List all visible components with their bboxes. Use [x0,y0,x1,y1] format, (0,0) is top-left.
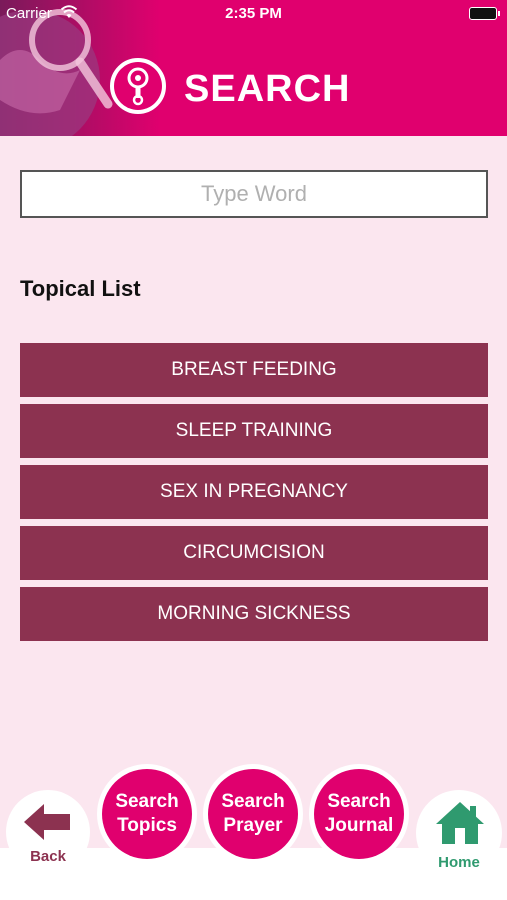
back-arrow-icon [24,804,70,840]
search-topics-button[interactable]: Search Topics [97,764,197,864]
header: Carrier 2:35 PM SEARCH [0,0,507,136]
topic-button-sex-in-pregnancy[interactable]: SEX IN PREGNANCY [20,465,488,519]
back-button[interactable]: Back [6,790,90,874]
status-bar: Carrier 2:35 PM [0,0,507,28]
rattle-icon [110,58,166,114]
search-journal-button[interactable]: Search Journal [309,764,409,864]
search-prayer-button[interactable]: Search Prayer [203,764,303,864]
search-input[interactable] [20,170,488,218]
topic-button-sleep-training[interactable]: SLEEP TRAINING [20,404,488,458]
status-time: 2:35 PM [225,5,282,22]
topic-list: BREAST FEEDING SLEEP TRAINING SEX IN PRE… [20,343,488,648]
topic-button-circumcision[interactable]: CIRCUMCISION [20,526,488,580]
topic-button-morning-sickness[interactable]: MORNING SICKNESS [20,587,488,641]
battery-icon [469,7,500,20]
back-label: Back [30,848,66,865]
home-icon [436,802,484,844]
topical-list-title: Topical List [20,276,141,301]
topic-button-breast-feeding[interactable]: BREAST FEEDING [20,343,488,397]
home-label: Home [438,854,480,871]
home-button[interactable]: Home [416,790,502,876]
page-title: SEARCH [184,68,351,110]
search-prayer-label: Search Prayer [208,769,298,859]
search-topics-label: Search Topics [102,769,192,859]
search-journal-label: Search Journal [314,769,404,859]
